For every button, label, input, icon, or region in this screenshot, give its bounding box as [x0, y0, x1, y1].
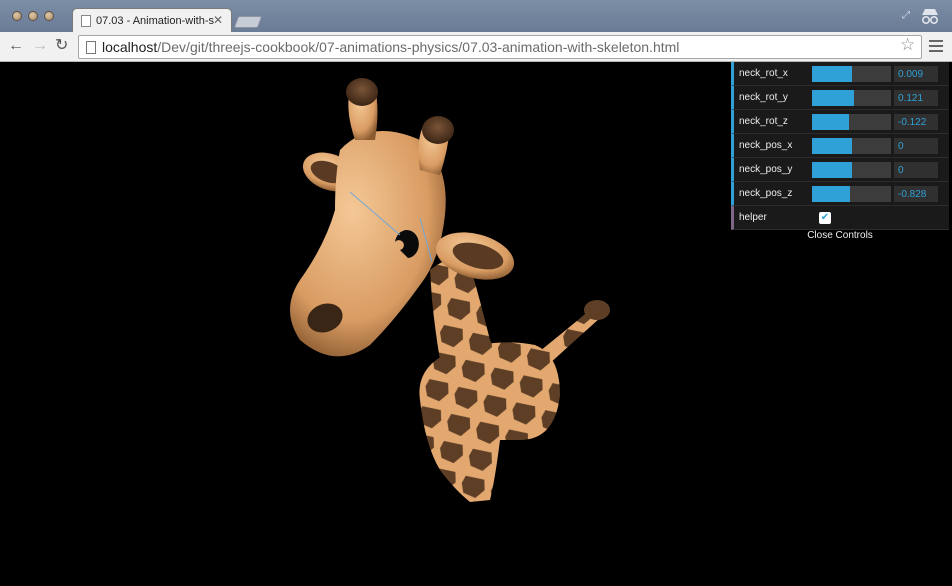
- url-text: localhost/Dev/git/threejs-cookbook/07-an…: [102, 39, 680, 55]
- fullscreen-icon[interactable]: ⤢: [902, 10, 910, 21]
- browser-titlebar: 07.03 - Animation-with-s ✕ ⤢: [0, 0, 952, 33]
- slider-fill: [812, 186, 850, 202]
- incognito-icon: [922, 9, 939, 25]
- control-slider[interactable]: [812, 66, 891, 82]
- slider-fill: [812, 114, 850, 130]
- control-row-neck-pos-z: neck_pos_z -0.828: [731, 182, 949, 206]
- slider-fill: [812, 138, 852, 154]
- control-row-helper: helper ✔: [731, 206, 949, 230]
- browser-tab[interactable]: 07.03 - Animation-with-s ✕: [72, 8, 232, 33]
- slider-fill: [812, 162, 852, 178]
- tab-title: 07.03 - Animation-with-s: [96, 15, 214, 27]
- close-controls-button[interactable]: Close Controls: [731, 230, 949, 244]
- new-tab-button[interactable]: [233, 16, 263, 28]
- control-slider[interactable]: [812, 114, 891, 130]
- control-label: neck_pos_x: [739, 140, 793, 151]
- control-row-neck-rot-z: neck_rot_z -0.122: [731, 110, 949, 134]
- reload-icon[interactable]: ↻: [55, 37, 68, 55]
- minimize-window-button[interactable]: [28, 11, 38, 21]
- control-value-input[interactable]: 0.121: [894, 90, 938, 106]
- close-window-button[interactable]: [12, 11, 22, 21]
- slider-fill: [812, 66, 852, 82]
- forward-arrow-icon[interactable]: →: [32, 37, 48, 55]
- control-label: neck_rot_z: [739, 116, 788, 127]
- control-slider[interactable]: [812, 186, 891, 202]
- control-row-neck-pos-x: neck_pos_x 0: [731, 134, 949, 158]
- control-slider[interactable]: [812, 138, 891, 154]
- control-slider[interactable]: [812, 90, 891, 106]
- bookmark-star-icon[interactable]: ☆: [900, 35, 915, 55]
- browser-toolbar: ← → ↻ localhost/Dev/git/threejs-cookbook…: [0, 32, 952, 62]
- control-label: neck_pos_z: [739, 188, 793, 199]
- control-row-neck-rot-y: neck_rot_y 0.121: [731, 86, 949, 110]
- control-value-input[interactable]: 0: [894, 162, 938, 178]
- helper-checkbox[interactable]: ✔: [819, 212, 831, 224]
- control-value-input[interactable]: -0.828: [894, 186, 938, 202]
- address-bar[interactable]: localhost/Dev/git/threejs-cookbook/07-an…: [78, 35, 922, 59]
- back-arrow-icon[interactable]: ←: [8, 37, 24, 55]
- control-value-input[interactable]: -0.122: [894, 114, 938, 130]
- page-favicon-icon: [81, 15, 91, 27]
- control-row-neck-pos-y: neck_pos_y 0: [731, 158, 949, 182]
- slider-fill: [812, 90, 854, 106]
- control-value-input[interactable]: 0.009: [894, 66, 938, 82]
- chrome-menu-icon[interactable]: [929, 40, 943, 54]
- zoom-window-button[interactable]: [44, 11, 54, 21]
- control-label: neck_rot_x: [739, 68, 788, 79]
- page-icon: [86, 41, 96, 54]
- controls-panel: neck_rot_x 0.009 neck_rot_y 0.121 neck_rot_z…: [731, 62, 949, 230]
- control-label: helper: [739, 212, 767, 223]
- control-value-input[interactable]: 0: [894, 138, 938, 154]
- control-slider[interactable]: [812, 162, 891, 178]
- control-label: neck_pos_y: [739, 164, 793, 175]
- control-label: neck_rot_y: [739, 92, 788, 103]
- control-row-neck-rot-x: neck_rot_x 0.009: [731, 62, 949, 86]
- tab-close-icon[interactable]: ✕: [213, 13, 223, 27]
